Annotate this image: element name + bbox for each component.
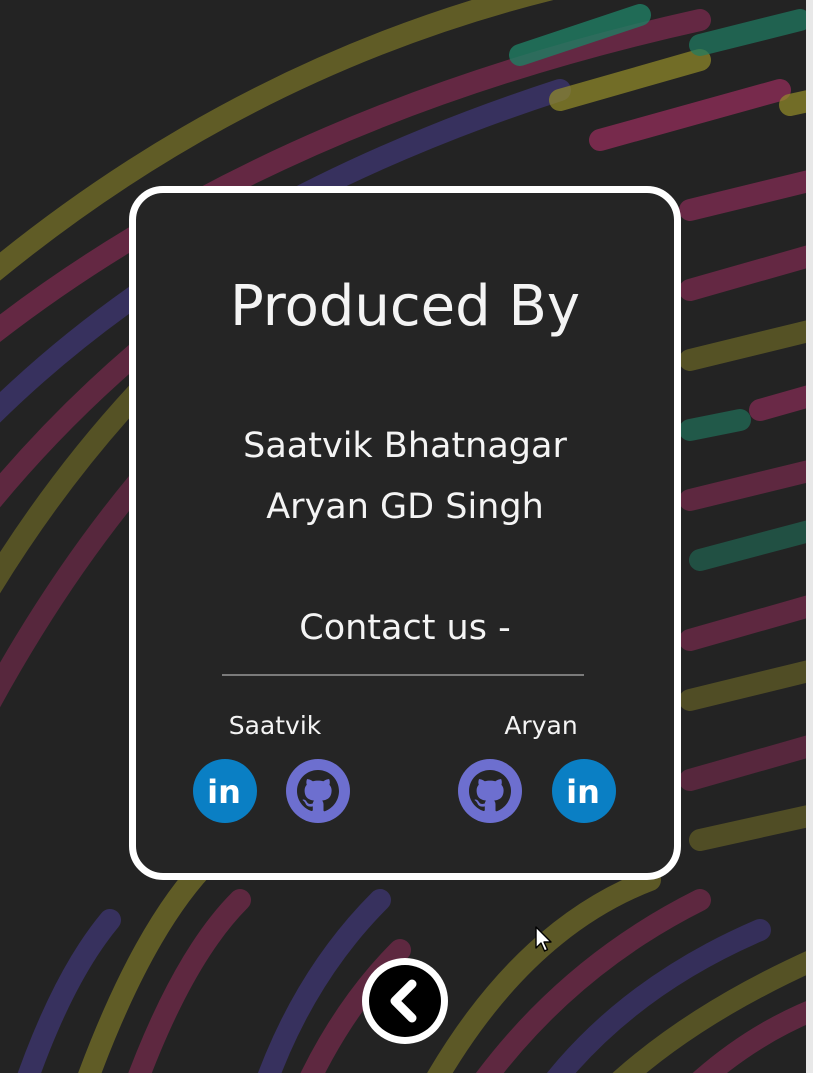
credits-card: Produced By Saatvik Bhatnagar Aryan GD S… [129,186,681,880]
github-icon [286,759,350,823]
producer-name: Saatvik Bhatnagar [243,426,567,466]
contact-heading: Contact us - [299,608,511,648]
divider [222,674,584,676]
mouse-cursor-icon [535,926,552,952]
producer-name: Aryan GD Singh [266,487,544,527]
credits-screen: Produced By Saatvik Bhatnagar Aryan GD S… [0,0,813,1073]
contact-label-saatvik: Saatvik [228,711,322,740]
page-title: Produced By [229,274,581,339]
linkedin-icon: in [193,759,257,823]
saatvik-github-button[interactable] [286,759,350,823]
back-button[interactable] [362,958,448,1044]
svg-text:in: in [566,773,600,811]
github-icon [458,759,522,823]
saatvik-linkedin-button[interactable]: in [193,759,257,823]
svg-text:in: in [207,773,241,811]
aryan-linkedin-button[interactable]: in [552,759,616,823]
window-edge [806,0,813,1073]
aryan-github-button[interactable] [458,759,522,823]
contact-label-aryan: Aryan [504,711,578,740]
chevron-left-icon [369,965,441,1037]
linkedin-icon: in [552,759,616,823]
